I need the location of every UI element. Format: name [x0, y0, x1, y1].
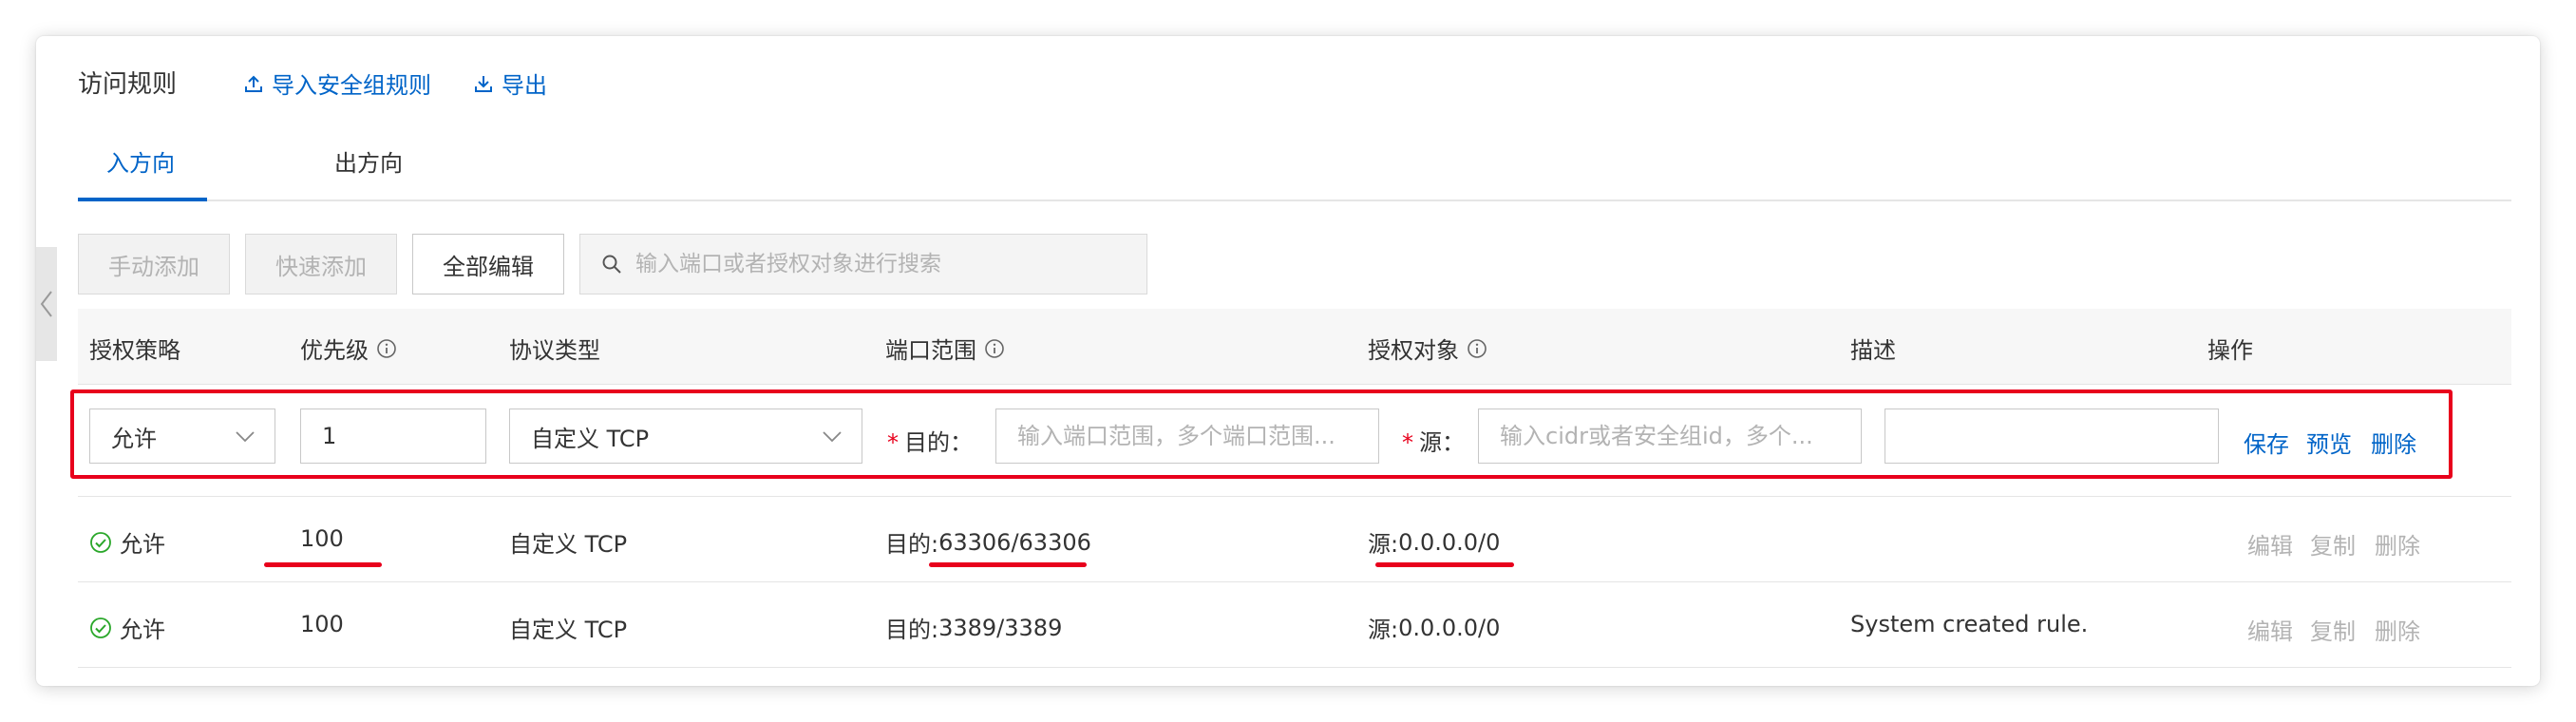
- dest-label-text: 目的：: [904, 429, 973, 456]
- col-policy: 授权策略: [89, 332, 180, 365]
- protocol-cell: 自定义 TCP: [509, 617, 628, 643]
- protocol-select[interactable]: 自定义 TCP: [509, 408, 862, 464]
- dest-label: * 目的：: [887, 429, 973, 456]
- chevron-down-icon: [236, 431, 255, 443]
- col-auth-object: 授权对象: [1368, 332, 1487, 365]
- tab-inbound-label: 入方向: [106, 150, 175, 177]
- description-cell: System created rule.: [1850, 611, 2089, 637]
- tab-outbound-label: 出方向: [334, 150, 403, 177]
- policy-value: 允许: [120, 617, 165, 643]
- policy-select[interactable]: 允许: [89, 408, 275, 464]
- manual-add-button[interactable]: 手动添加: [78, 234, 230, 294]
- edit-all-button[interactable]: 全部编辑: [412, 234, 564, 294]
- source-field[interactable]: [1500, 423, 1861, 449]
- dest-port-input[interactable]: [995, 408, 1379, 464]
- export-link[interactable]: 导出: [473, 66, 547, 100]
- save-button[interactable]: 保存: [2244, 426, 2289, 459]
- policy-select-value: 允许: [111, 425, 157, 452]
- col-priority: 优先级: [300, 332, 397, 365]
- source-cell: 源: 0.0.0.0/0: [1368, 611, 1500, 644]
- priority-input[interactable]: [300, 408, 486, 464]
- table-row: 允许 100 自定义 TCP 目的: 63306/63306 源: 0.0.0.…: [78, 497, 2511, 582]
- dest-port-field[interactable]: [1017, 423, 1378, 449]
- upload-icon: [245, 75, 262, 92]
- source-prefix: 源:: [1368, 617, 1399, 643]
- col-policy-label: 授权策略: [89, 337, 180, 364]
- delete-button[interactable]: 删除: [2371, 426, 2416, 459]
- port-prefix: 目的:: [885, 617, 939, 643]
- annotation-underline-source: [1375, 562, 1514, 567]
- export-label: 导出: [502, 72, 547, 99]
- port-value: 3389/3389: [938, 614, 1063, 641]
- source-prefix: 源:: [1368, 531, 1399, 558]
- col-auth-object-label: 授权对象: [1368, 337, 1459, 364]
- page-title: 访问规则: [78, 70, 178, 99]
- col-port-range-label: 端口范围: [885, 337, 976, 364]
- delete-button[interactable]: 删除: [2375, 613, 2420, 646]
- policy-value: 允许: [120, 531, 165, 558]
- priority-field[interactable]: [322, 423, 485, 449]
- import-label: 导入安全组规则: [272, 72, 431, 99]
- info-icon[interactable]: [984, 338, 1005, 359]
- source-value: 0.0.0.0/0: [1398, 528, 1501, 556]
- protocol-cell: 自定义 TCP: [509, 531, 628, 558]
- download-icon: [475, 75, 492, 92]
- policy-cell: 允许: [89, 525, 165, 559]
- col-actions-label: 操作: [2207, 337, 2253, 364]
- protocol-select-value: 自定义 TCP: [531, 425, 650, 452]
- col-priority-label: 优先级: [300, 337, 369, 364]
- search-icon: [602, 255, 621, 274]
- quick-add-button[interactable]: 快速添加: [245, 234, 397, 294]
- import-security-group-rules-link[interactable]: 导入安全组规则: [243, 66, 431, 100]
- check-circle-icon: [90, 617, 111, 638]
- col-description-label: 描述: [1850, 337, 1896, 364]
- table-row: 允许 100 自定义 TCP 目的: 3389/3389 源: 0.0.0.0/…: [78, 582, 2511, 668]
- active-tab-indicator: [78, 198, 207, 201]
- new-rule-edit-row: 允许 自定义 TCP *目的： *源： 保存 预览 删除: [70, 390, 2453, 479]
- edit-button[interactable]: 编辑: [2247, 527, 2293, 560]
- col-actions: 操作: [2207, 332, 2253, 365]
- access-rules-panel: 访问规则 导入安全组规则 导出 入方向 出方向 手动添加 快速添加 全部编辑 输…: [36, 36, 2540, 686]
- copy-button[interactable]: 复制: [2310, 527, 2356, 560]
- annotation-underline-priority: [264, 562, 382, 567]
- chevron-down-icon: [823, 431, 842, 443]
- source-label: * 源：: [1402, 429, 1465, 456]
- source-value: 0.0.0.0/0: [1398, 614, 1501, 641]
- collapse-handle[interactable]: [36, 247, 57, 361]
- priority-cell: 100: [300, 525, 344, 552]
- description-input[interactable]: [1885, 408, 2219, 464]
- source-cell: 源: 0.0.0.0/0: [1368, 525, 1500, 559]
- col-port-range: 端口范围: [885, 332, 1005, 365]
- info-icon[interactable]: [376, 338, 397, 359]
- port-prefix: 目的:: [885, 531, 939, 558]
- policy-cell: 允许: [89, 611, 165, 644]
- col-protocol-label: 协议类型: [509, 337, 600, 364]
- tab-inbound[interactable]: 入方向: [106, 144, 175, 200]
- preview-button[interactable]: 预览: [2306, 426, 2352, 459]
- col-description: 描述: [1850, 332, 1896, 365]
- annotation-underline-port: [929, 562, 1087, 567]
- info-icon[interactable]: [1467, 338, 1487, 359]
- port-cell: 目的: 3389/3389: [885, 611, 1062, 644]
- chevron-left-icon: [40, 291, 52, 317]
- priority-cell: 100: [300, 611, 344, 637]
- description-field[interactable]: [1906, 423, 2218, 449]
- port-cell: 目的: 63306/63306: [885, 525, 1091, 559]
- tab-outbound[interactable]: 出方向: [334, 144, 403, 200]
- search-input[interactable]: [635, 252, 1129, 276]
- copy-button[interactable]: 复制: [2310, 613, 2356, 646]
- table-header: 授权策略 优先级 协议类型 端口范围 授权对象 描述 操作: [78, 309, 2511, 385]
- source-input[interactable]: [1478, 408, 1862, 464]
- col-protocol: 协议类型: [509, 332, 600, 365]
- direction-tabs: 入方向 出方向: [78, 127, 2511, 201]
- port-value: 63306/63306: [938, 528, 1091, 556]
- delete-button[interactable]: 删除: [2375, 527, 2420, 560]
- source-label-text: 源：: [1419, 429, 1465, 456]
- check-circle-icon: [90, 531, 111, 553]
- edit-button[interactable]: 编辑: [2247, 613, 2293, 646]
- search-box: [579, 234, 1147, 294]
